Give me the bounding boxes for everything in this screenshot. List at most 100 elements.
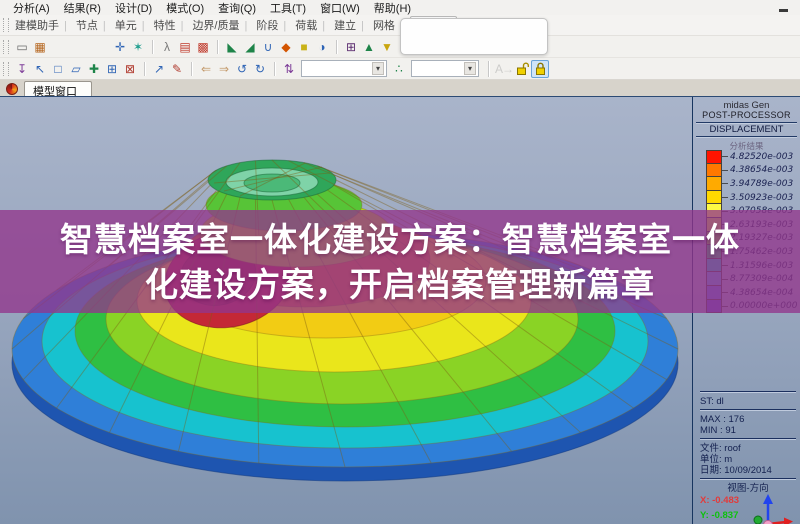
legend-swatch [706,190,722,205]
menu-item-help[interactable]: 帮助(H) [367,0,418,16]
result-info-block: ST: dl MAX : 176 MIN : 91 文件: roof 单位: m… [700,389,796,524]
legend-value: 4.82520e-003 [730,151,794,162]
deformed-shape-icon[interactable]: ∪ [259,38,277,56]
shrink-view-icon[interactable]: ▭ [13,38,31,56]
menu-item-window[interactable]: 窗口(W) [313,0,367,16]
moment-diagram-icon[interactable]: ◑ [313,38,331,56]
date-label: 日期: 10/09/2014 [700,465,772,476]
toolbar-grip [3,18,9,32]
ribbon-tab-boundary-mass[interactable]: 边界/质量 [190,16,254,34]
legend-tick [722,197,728,199]
result-table-icon[interactable]: ▤ [176,38,194,56]
legend-tick [722,156,728,158]
panel-divider [696,136,797,138]
postprocessor-label: POST-PROCESSOR [702,110,791,120]
select-polygon-icon[interactable]: ▱ [67,60,85,78]
section-detail-icon[interactable]: ▩ [194,38,212,56]
ribbon-tab-element[interactable]: 单元 [113,16,152,34]
headline-banner: 智慧档案室一体化建设方案：智慧档案室一体 化建设方案，开启档案管理新篇章 [0,210,800,313]
minimize-button[interactable] [779,9,788,12]
grid-mesh-icon[interactable]: ⊞ [336,38,360,56]
ribbon-tab-load[interactable]: 荷载 [293,16,332,34]
legend-swatch [706,177,722,191]
legend-tick [722,183,728,185]
menu-item-mode[interactable]: 模式(O) [159,0,211,16]
file-label: 文件: roof [700,443,741,454]
select-arrow-icon[interactable]: ↖ [31,60,49,78]
legend-value: 3.94789e-003 [730,178,794,189]
unit-label: 单位: m [700,454,733,465]
panel-divider [700,438,796,440]
axis-triad-icon [753,494,793,524]
reaction-forces-icon[interactable]: ◣ [217,38,241,56]
beam-diagram-icon[interactable]: λ [152,38,176,56]
select-all-icon[interactable]: ⊞ [103,60,121,78]
unselect-all-icon[interactable]: ⊠ [121,60,139,78]
menu-item-analysis[interactable]: 分析(A) [6,0,57,16]
toolbar-grip [3,39,9,54]
headline-line1: 智慧档案室一体化建设方案：智慧档案室一体 [60,220,740,258]
reaction-moments-icon[interactable]: ◢ [241,38,259,56]
toolbar-separator [488,60,489,77]
window-tab-bar: 模型窗口 [0,80,800,98]
pan-right-icon[interactable]: ⇒ [215,60,233,78]
ribbon-tab-modeling-assistant[interactable]: 建模助手 [13,16,74,34]
tab-model-window[interactable]: 模型窗口 [24,81,92,98]
auto-label-icon[interactable]: A→ [495,60,514,78]
active-group-combo[interactable]: ▾ [411,60,479,77]
menu-item-design[interactable]: 设计(D) [108,0,159,16]
select-intersect-icon[interactable]: ✚ [85,60,103,78]
stress-contour-icon[interactable]: ■ [295,38,313,56]
legend-swatch [706,163,722,178]
displacement-contour-icon[interactable]: ◆ [277,38,295,56]
displacement-tool-icon[interactable]: ✛ [111,38,129,56]
legend-value: 4.38654e-003 [730,165,794,176]
legend-tick [722,169,728,171]
legend-row: 3.94789e-003 [706,177,798,191]
app-window: 分析(A) 结果(R) 设计(D) 模式(O) 查询(Q) 工具(T) 窗口(W… [0,0,800,524]
truss-stress-icon[interactable]: ▲ [360,38,378,56]
legend-row: 4.82520e-003 [706,150,798,164]
align-dots-icon[interactable]: ∴ [390,60,408,78]
headline-line2: 化建设方案，开启档案管理新篇章 [145,265,655,303]
redraw-pencil-icon[interactable]: ✎ [168,60,186,78]
menu-item-results[interactable]: 结果(R) [57,0,108,16]
zoom-window-icon[interactable]: ↗ [144,60,168,78]
dynamic-view-icon[interactable]: ⇅ [274,60,298,78]
perspective-box-icon[interactable]: ▦ [31,38,49,56]
plate-force-icon[interactable]: ▼ [378,38,396,56]
panel-divider [700,391,796,393]
panel-divider [700,409,796,411]
panel-divider [700,478,796,480]
chevron-down-icon: ▾ [464,62,476,75]
rotate-left-icon[interactable]: ↺ [233,60,251,78]
toolbar-grip [3,61,9,76]
ribbon-tab-create[interactable]: 建立 [332,16,371,34]
selection-plane-combo[interactable]: ▾ [301,60,387,77]
menu-item-query[interactable]: 查询(Q) [211,0,263,16]
select-window-icon[interactable]: □ [49,60,67,78]
result-type-label: DISPLACEMENT [709,124,784,135]
lock-icon[interactable] [531,59,549,78]
selection-toolbar: ↧ ↖ □ ▱ ✚ ⊞ ⊠ ↗ ✎ ⇐ ⇒ ↺ ↻ ⇅ ▾ ∴ ▾ A→ [0,58,800,80]
floating-dropdown-panel[interactable] [400,18,548,55]
legend-value: 3.50923e-003 [730,192,794,203]
midas-logo-icon [6,83,18,95]
legend-row: 4.38654e-003 [706,163,798,178]
plumb-select-icon[interactable]: ↧ [13,60,31,78]
menu-bar: 分析(A) 结果(R) 设计(D) 模式(O) 查询(Q) 工具(T) 窗口(W… [0,0,800,15]
pan-left-icon[interactable]: ⇐ [191,60,215,78]
legend-row: 3.50923e-003 [706,190,798,205]
chevron-down-icon: ▾ [372,62,384,75]
unlock-icon[interactable] [513,60,531,78]
ribbon-tab-node[interactable]: 节点 [74,16,113,34]
works-tree-icon[interactable]: ✶ [129,38,147,56]
rotate-right-icon[interactable]: ↻ [251,60,269,78]
min-node-label: MIN : 91 [700,425,736,436]
menu-item-tools[interactable]: 工具(T) [263,0,313,16]
ribbon-tab-stage[interactable]: 阶段 [254,16,293,34]
max-node-label: MAX : 176 [700,414,745,425]
legend-swatch [706,150,722,164]
load-case-label: ST: dl [700,396,724,407]
ribbon-tab-property[interactable]: 特性 [152,16,191,34]
